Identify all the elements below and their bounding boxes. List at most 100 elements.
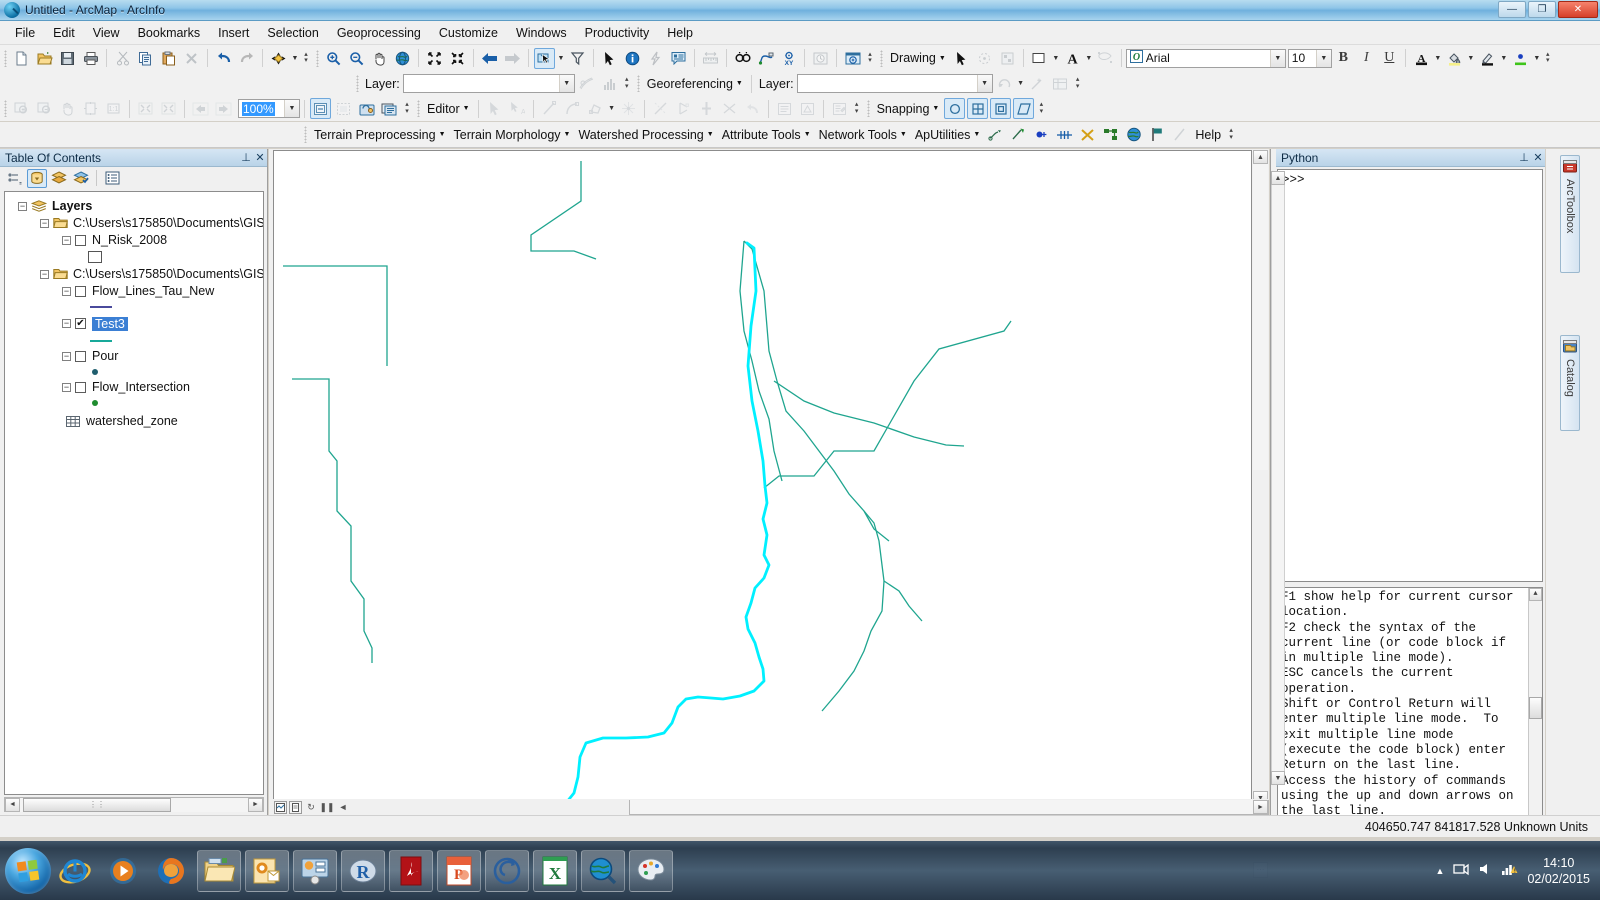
fixed-zoom-in-icon[interactable] [424,48,445,69]
construct-points-icon[interactable] [618,98,639,119]
toolbar-grip[interactable] [4,49,7,67]
chevron-down-icon[interactable]: ▼ [290,48,300,68]
scroll-track[interactable]: ⋮ [630,800,1338,814]
find-icon[interactable] [732,48,753,69]
python-dock-scrollbar[interactable]: ▲ ▼ [1271,149,1286,835]
expander-icon[interactable]: − [18,201,27,211]
layer-checkbox[interactable] [75,381,86,393]
fixed-zoom-out-icon[interactable] [158,98,179,119]
drawing-toolbar-more-icon[interactable] [1095,48,1116,69]
zoom-whole-page-icon[interactable] [80,98,101,119]
windows-explorer-icon[interactable] [197,849,241,892]
pencil-icon[interactable] [1169,124,1190,145]
fixed-zoom-out-icon[interactable] [447,48,468,69]
scroll-up-icon[interactable]: ▲ [1271,171,1285,185]
toolbar-overflow-icon[interactable]: ▴ ▾ [1542,48,1554,68]
select-features-icon[interactable] [534,47,555,69]
clear-selection-icon[interactable] [567,48,588,69]
menu-productivity[interactable]: Productivity [576,23,659,43]
toolbar-overflow-icon[interactable]: ▴ ▾ [1072,74,1084,94]
chevron-down-icon[interactable]: ▼ [558,75,574,92]
toc-row-n-risk-2008[interactable]: − N_Risk_2008 [10,231,263,248]
volume-icon[interactable] [1478,862,1492,879]
list-by-selection-icon[interactable] [71,169,91,188]
toolbar-overflow-icon[interactable]: ▴ ▾ [864,48,876,68]
pin-icon[interactable]: ⊥ [1517,151,1531,164]
vertex-snap-icon[interactable] [967,98,989,119]
go-forward-extent-icon[interactable] [213,98,234,119]
edge-snap-icon[interactable] [1013,98,1035,119]
scroll-thumb[interactable]: ⋮⋮ [23,797,171,812]
rotate-icon[interactable] [994,73,1015,94]
intersect-icon[interactable] [719,98,740,119]
toolbar-grip[interactable] [356,75,359,92]
pause-drawing-icon[interactable]: ❚❚ [319,801,334,814]
end-snap-icon[interactable] [990,98,1012,119]
time-slider-icon[interactable] [810,48,831,69]
data-view-icon[interactable] [274,800,287,814]
go-back-extent-icon[interactable] [479,48,500,69]
layer-checkbox[interactable] [75,234,86,246]
create-viewer-window-icon[interactable] [842,48,863,69]
toc-row-flow-lines-tau-new[interactable]: − Flow_Lines_Tau_New [10,282,263,299]
scroll-left-icon[interactable]: ◄ [5,797,20,812]
menu-edit[interactable]: Edit [44,23,84,43]
add-control-points-icon[interactable] [1027,73,1048,94]
internet-explorer-icon[interactable] [53,850,97,892]
toc-row-pour[interactable]: − Pour [10,347,263,364]
chevron-down-icon[interactable]: ▼ [976,75,992,92]
list-by-source-icon[interactable] [27,168,47,188]
expander-icon[interactable]: − [62,319,71,328]
layer-checkbox[interactable] [75,285,86,297]
toolbar-grip[interactable] [880,49,883,67]
fill-color-icon[interactable] [1029,48,1050,69]
schematic-icon[interactable] [1100,124,1121,145]
measure-icon[interactable] [700,48,721,69]
attribute-tools-menu[interactable]: Attribute Tools ▼ [718,126,815,144]
underline-button[interactable]: U [1379,48,1400,69]
show-hidden-icons-icon[interactable]: ▲ [1436,866,1445,876]
html-popup-icon[interactable] [668,48,689,69]
python-help-pane[interactable]: F1 show help for current cursor location… [1277,587,1543,833]
fixed-zoom-in-icon[interactable] [135,98,156,119]
expander-icon[interactable]: − [40,269,49,279]
menu-customize[interactable]: Customize [430,23,507,43]
refresh-icon[interactable]: ↻ [304,801,318,814]
split-icon[interactable] [650,98,671,119]
close-icon[interactable]: ✕ [1531,151,1545,164]
find-route-icon[interactable] [755,48,776,69]
r-statistics-icon[interactable]: R [341,849,385,892]
stroke-color-icon[interactable] [1477,48,1498,69]
close-button[interactable]: ✕ [1558,1,1598,18]
georeferencing-layer2-combo[interactable]: ▼ [796,74,993,93]
toc-row-source-2[interactable]: − C:\Users\s175850\Documents\GIS\GIS_ [10,265,263,282]
terrain-morphology-menu[interactable]: Terrain Morphology ▼ [450,126,575,144]
edit-annotation-icon[interactable]: A [507,98,528,119]
toggle-draft-mode-icon[interactable] [310,98,331,119]
start-button[interactable] [5,847,51,894]
layout-view-icon[interactable] [289,800,302,814]
save-icon[interactable] [57,48,78,69]
select-elements-icon[interactable] [951,48,972,69]
python-help-scrollbar[interactable]: ▲ ▼ [1528,588,1542,832]
chevron-down-icon[interactable]: ▼ [1315,49,1331,67]
paint-icon[interactable] [629,849,673,892]
flow-path-tracing-icon[interactable] [985,124,1006,145]
map-horizontal-scrollbar[interactable]: ⋮ ► [629,799,1338,815]
chevron-down-icon[interactable]: ▼ [1499,48,1509,68]
sketch-properties-icon[interactable] [797,98,818,119]
symbol-color-icon[interactable] [1510,48,1531,69]
toc-tree[interactable]: − Layers − C:\Users\s175850\Documents\GI… [4,191,264,795]
hyperlink-icon[interactable] [645,48,666,69]
fill-color-icon[interactable] [1444,48,1465,69]
layout-zoom-combo[interactable]: 100% ▼ [238,99,300,118]
straight-segment-icon[interactable] [539,98,560,119]
point-delineation-icon[interactable] [1031,124,1052,145]
menu-geoprocessing[interactable]: Geoprocessing [328,23,430,43]
toc-row-watershed-zone[interactable]: watershed_zone [10,412,263,429]
toc-row-layers[interactable]: − Layers [10,197,263,214]
list-by-drawing-order-icon[interactable] [5,169,25,188]
layer-checkbox[interactable]: ✔ [75,318,86,329]
dock-tab-catalog[interactable]: Catalog [1560,335,1580,431]
go-back-extent-icon[interactable] [190,98,211,119]
